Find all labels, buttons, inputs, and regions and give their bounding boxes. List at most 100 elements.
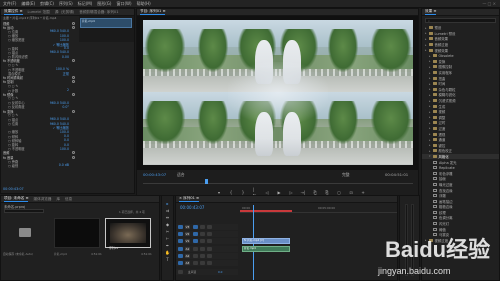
tab[interactable]: Lumetri 范围 xyxy=(28,10,50,15)
effects-search-field[interactable]: ⌕ xyxy=(425,18,496,23)
disclosure-triangle-icon[interactable]: ▸ xyxy=(429,93,431,97)
project-search-field[interactable] xyxy=(4,209,44,213)
tab[interactable]: 媒体浏览器 xyxy=(33,197,51,202)
effect-controls-clip[interactable]: 片名.mp4 xyxy=(80,18,132,28)
effect-property-row[interactable]: ○ 级别 0.0 dB xyxy=(1,163,79,168)
track-header[interactable]: A1 xyxy=(176,246,238,252)
track-visibility-toggle[interactable] xyxy=(207,232,212,236)
track-target-toggle[interactable] xyxy=(178,247,183,251)
track-target-toggle[interactable] xyxy=(178,239,183,243)
tab[interactable]: × 序列01 ≡ xyxy=(179,196,200,202)
disclosure-triangle-icon[interactable]: ▸ xyxy=(425,43,427,47)
track-name[interactable]: 主声道 xyxy=(185,270,199,274)
master-volume-value[interactable]: 0.0 xyxy=(218,270,222,274)
property-value[interactable]: 正常 xyxy=(63,71,69,76)
tab[interactable]: 信息 xyxy=(65,197,72,202)
disclosure-triangle-icon[interactable]: ▸ xyxy=(429,132,431,136)
disclosure-triangle-icon[interactable]: ▸ xyxy=(429,126,431,130)
track-target-toggle[interactable] xyxy=(178,261,183,265)
disclosure-triangle-icon[interactable]: ▾ xyxy=(429,154,431,158)
menu-item[interactable]: 窗口(W) xyxy=(116,1,131,7)
project-item-bin[interactable] xyxy=(5,218,51,248)
disclosure-triangle-icon[interactable]: ▸ xyxy=(429,71,431,75)
tab[interactable]: 节目: 序列01 ≡ xyxy=(140,9,166,15)
track-header[interactable]: 主声道 0.0 xyxy=(176,269,238,275)
track-visibility-toggle[interactable] xyxy=(200,239,205,243)
track-mute-solo-toggle[interactable] xyxy=(200,247,205,251)
track-mute-solo-toggle[interactable] xyxy=(207,247,212,251)
property-value[interactable]: 0.00 xyxy=(62,55,69,59)
track-visibility-toggle[interactable] xyxy=(200,232,205,236)
menu-item[interactable]: 图形(G) xyxy=(97,1,111,7)
transport-button[interactable]: ▷ xyxy=(289,190,293,195)
disclosure-triangle-icon[interactable]: ▸ xyxy=(429,82,431,86)
transport-button[interactable]: ⎗ xyxy=(313,190,317,195)
disclosure-triangle-icon[interactable]: ▸ xyxy=(429,65,431,69)
track-mute-solo-toggle[interactable] xyxy=(207,261,212,265)
disclosure-triangle-icon[interactable]: ▸ xyxy=(429,121,431,125)
project-item-clip[interactable] xyxy=(54,218,100,248)
transport-button[interactable]: ▾ xyxy=(217,190,221,195)
effect-controls-timecode[interactable]: 00:00:43:07 xyxy=(3,187,24,191)
monitor-playhead[interactable] xyxy=(205,179,208,184)
transport-button[interactable]: ◁ xyxy=(265,190,269,195)
track-mute-solo-toggle[interactable] xyxy=(193,261,198,265)
tab[interactable]: 库 xyxy=(56,197,60,202)
menu-item[interactable]: 序列(S) xyxy=(59,1,73,7)
tab[interactable]: 源: (无剪辑) xyxy=(55,10,75,15)
reset-icon[interactable] xyxy=(72,59,75,63)
transport-button[interactable]: ▶ xyxy=(277,190,281,195)
disclosure-triangle-icon[interactable]: ▸ xyxy=(425,37,427,41)
track-mute-solo-toggle[interactable] xyxy=(207,254,212,258)
track-name[interactable]: V1 xyxy=(185,239,190,243)
transport-button[interactable]: } xyxy=(241,190,245,195)
pen-icon[interactable]: ✒ xyxy=(165,243,170,248)
track-target-toggle[interactable] xyxy=(178,270,183,274)
tab[interactable]: 项目: 未命名 ≡ xyxy=(4,196,29,202)
transport-button[interactable]: →| xyxy=(301,190,306,195)
reset-icon[interactable] xyxy=(72,151,75,155)
slip-icon[interactable]: ⊢ xyxy=(165,236,170,241)
reset-icon[interactable] xyxy=(72,92,75,96)
disclosure-triangle-icon[interactable]: ▸ xyxy=(429,54,431,58)
track-mute-solo-toggle[interactable] xyxy=(193,247,198,251)
reset-icon[interactable] xyxy=(72,25,75,29)
reset-icon[interactable] xyxy=(72,80,75,84)
monitor-scrub-bar[interactable] xyxy=(143,183,413,184)
hand-icon[interactable]: ✋ xyxy=(165,250,170,255)
property-value[interactable]: 100.0 xyxy=(60,147,69,151)
track-visibility-toggle[interactable] xyxy=(207,225,212,229)
track-header[interactable]: A3 xyxy=(176,260,238,266)
track-select-icon[interactable]: ⇉ xyxy=(165,208,170,213)
menu-item[interactable]: 文件(F) xyxy=(3,1,16,7)
track-name[interactable]: V3 xyxy=(185,225,190,229)
disclosure-triangle-icon[interactable]: ▸ xyxy=(425,26,427,30)
property-value[interactable]: 0.0° xyxy=(62,105,69,109)
disclosure-triangle-icon[interactable]: ▸ xyxy=(429,110,431,114)
track-name[interactable]: A3 xyxy=(185,261,190,265)
transport-button[interactable]: + xyxy=(361,190,365,195)
disclosure-triangle-icon[interactable]: ▸ xyxy=(429,149,431,153)
transport-button[interactable]: ◻ xyxy=(337,190,341,195)
transport-button[interactable]: ⎘ xyxy=(325,190,329,195)
track-header[interactable]: V2 xyxy=(176,231,238,237)
track-visibility-toggle[interactable] xyxy=(207,239,212,243)
track-mute-solo-toggle[interactable] xyxy=(193,254,198,258)
track-visibility-toggle[interactable] xyxy=(200,225,205,229)
track-header[interactable]: A2 xyxy=(176,253,238,259)
disclosure-triangle-icon[interactable]: ▸ xyxy=(429,76,431,80)
quality-select[interactable]: 完整 xyxy=(342,172,350,178)
selection-tool-icon[interactable]: ▸ xyxy=(165,201,170,206)
ripple-edit-icon[interactable]: ⇹ xyxy=(165,215,170,220)
menu-item[interactable]: 剪辑(C) xyxy=(40,1,54,7)
reset-icon[interactable] xyxy=(72,155,75,159)
track-mute-solo-toggle[interactable] xyxy=(200,254,205,258)
transport-button[interactable]: { xyxy=(229,190,233,195)
property-value[interactable]: 2 xyxy=(67,88,69,92)
project-item-sequence[interactable] xyxy=(105,218,151,248)
tab[interactable]: 音频剪辑混合器: 序列01 xyxy=(79,10,118,15)
timeline-ruler[interactable]: 00:00 00:05:00:00 xyxy=(240,205,397,213)
work-area-bar[interactable] xyxy=(240,210,292,212)
disclosure-triangle-icon[interactable]: ▸ xyxy=(429,115,431,119)
timeline-clip[interactable]: 片名.mp4 xyxy=(242,246,290,252)
